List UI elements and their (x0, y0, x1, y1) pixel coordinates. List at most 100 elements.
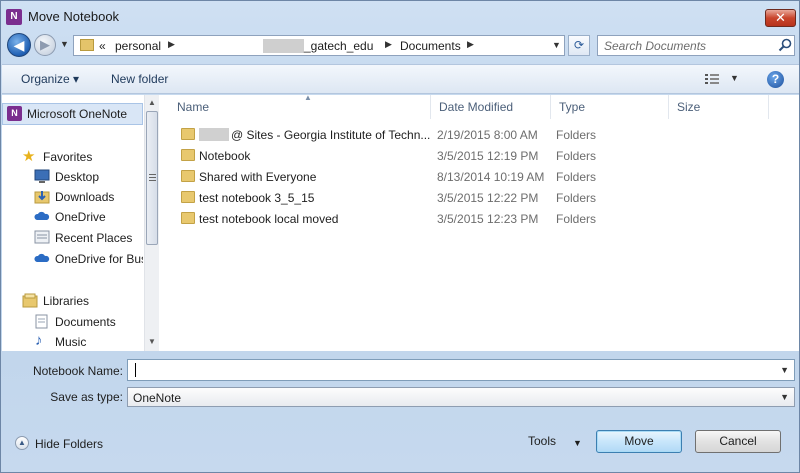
breadcrumb-documents[interactable]: Documents (400, 39, 461, 53)
desktop-icon (34, 169, 50, 183)
search-box[interactable] (597, 35, 795, 56)
file-row[interactable]: test notebook local moved 3/5/2015 12:23… (169, 209, 789, 229)
hide-folders-label: Hide Folders (35, 437, 104, 451)
search-icon[interactable] (778, 38, 792, 52)
folder-icon (181, 191, 195, 203)
downloads-icon (34, 191, 50, 204)
scroll-down-icon[interactable]: ▼ (148, 337, 156, 346)
chevron-down-icon[interactable]: ▼ (573, 438, 582, 448)
file-row[interactable]: @ Sites - Georgia Institute of Techn... … (169, 125, 789, 145)
file-row[interactable]: Notebook 3/5/2015 12:19 PM Folders (169, 146, 789, 166)
close-button[interactable]: ✕ (765, 9, 796, 27)
chevron-right-icon[interactable]: ▶ (168, 39, 175, 50)
address-bar[interactable]: « personal ▶ _gatech_edu ▶ Documents ▶ ▼ (73, 35, 565, 56)
address-history-dropdown-icon[interactable]: ▼ (552, 40, 561, 50)
change-view-button[interactable]: ▼ (705, 73, 741, 87)
column-header-size[interactable]: Size (669, 95, 769, 119)
file-name: Notebook (199, 149, 251, 163)
column-label: Size (677, 100, 701, 114)
file-row[interactable]: Shared with Everyone 8/13/2014 10:19 AM … (169, 167, 789, 187)
file-name: @ Sites - Georgia Institute of Techn... (231, 128, 431, 142)
view-dropdown-icon[interactable]: ▼ (730, 73, 739, 83)
save-as-type-select[interactable]: OneNote ▼ (127, 387, 795, 407)
scroll-up-icon[interactable]: ▲ (148, 98, 156, 107)
notebook-name-field[interactable]: ▼ (127, 359, 795, 381)
nav-item-desktop[interactable]: Desktop (2, 167, 143, 187)
column-header-name[interactable]: Name ▲ (169, 93, 431, 119)
breadcrumb-gatech[interactable]: _gatech_edu (304, 39, 373, 53)
sort-ascending-icon: ▲ (304, 93, 312, 102)
new-folder-button[interactable]: New folder (111, 72, 168, 86)
nav-item-label: Recent Places (55, 231, 133, 245)
nav-item-label: OneDrive for Bus (55, 252, 143, 266)
breadcrumb-overflow[interactable]: « (99, 39, 106, 53)
save-as-type-label: Save as type: (50, 390, 123, 404)
chevron-down-icon[interactable]: ▼ (780, 365, 789, 375)
onenote-app-icon: N (6, 9, 22, 25)
file-type: Folders (556, 212, 597, 226)
onedrive-icon (34, 211, 50, 220)
music-icon: ♪ (35, 332, 43, 349)
nav-item-downloads[interactable]: Downloads (2, 187, 143, 207)
libraries-icon (22, 293, 38, 308)
nav-item-onedrive-business[interactable]: OneDrive for Bus (2, 249, 143, 269)
chevron-down-icon[interactable]: ▼ (780, 392, 789, 402)
nav-item-onedrive[interactable]: OneDrive (2, 207, 143, 227)
notebook-name-input[interactable] (133, 362, 773, 378)
cancel-button[interactable]: Cancel (695, 430, 781, 453)
file-row[interactable]: test notebook 3_5_15 3/5/2015 12:22 PM F… (169, 188, 789, 208)
nav-item-label: Desktop (55, 170, 100, 184)
star-icon: ★ (22, 148, 36, 165)
move-button[interactable]: Move (596, 430, 682, 453)
navigation-pane: N Microsoft OneNote ★ Favorites Desktop … (2, 95, 159, 351)
file-date: 8/13/2014 10:19 AM (437, 170, 545, 184)
file-name: test notebook local moved (199, 212, 339, 226)
file-type: Folders (556, 149, 597, 163)
file-date: 3/5/2015 12:22 PM (437, 191, 539, 205)
recent-pages-dropdown-icon[interactable]: ▼ (60, 39, 69, 49)
file-date: 3/5/2015 12:19 PM (437, 149, 539, 163)
scroll-thumb[interactable] (146, 111, 158, 245)
nav-item-libraries[interactable]: Libraries (2, 291, 143, 311)
notebook-name-label: Notebook Name: (32, 364, 123, 378)
column-header-date[interactable]: Date Modified (431, 95, 551, 119)
chevron-up-icon: ▲ (15, 436, 29, 450)
search-input[interactable] (604, 38, 768, 53)
chevron-right-icon[interactable]: ▶ (467, 39, 474, 50)
file-list: Name ▲ Date Modified Type Size @ Sites -… (159, 93, 799, 351)
forward-button[interactable]: ▶ (34, 34, 56, 56)
folder-icon (181, 170, 195, 182)
window-title: Move Notebook (28, 9, 120, 24)
command-toolbar: Organize ▾ New folder ▼ ? (2, 64, 799, 94)
file-type: Folders (556, 128, 597, 142)
breadcrumb-personal[interactable]: personal (115, 39, 161, 53)
nav-item-documents[interactable]: Documents (2, 312, 143, 332)
refresh-button[interactable]: ⟳ (568, 35, 590, 56)
folder-icon (181, 128, 195, 140)
file-type: Folders (556, 170, 597, 184)
column-header-type[interactable]: Type (551, 95, 669, 119)
file-name: test notebook 3_5_15 (199, 191, 315, 205)
organize-menu[interactable]: Organize ▾ (21, 72, 79, 86)
help-button[interactable]: ? (767, 71, 784, 88)
file-name: Shared with Everyone (199, 170, 317, 184)
onedrive-icon (34, 253, 50, 262)
back-button[interactable]: ◀ (7, 33, 31, 57)
nav-scrollbar[interactable]: ▲ ▼ (144, 95, 159, 351)
nav-item-label: Downloads (55, 190, 115, 204)
text-caret (135, 363, 136, 377)
nav-item-recent-places[interactable]: Recent Places (2, 228, 143, 248)
nav-item-microsoft-onenote[interactable]: N Microsoft OneNote (2, 103, 143, 125)
tools-menu[interactable]: Tools (528, 434, 556, 448)
nav-item-label: Favorites (43, 150, 93, 164)
nav-item-favorites[interactable]: ★ Favorites (2, 147, 143, 167)
redacted-text (199, 128, 229, 141)
folder-icon (181, 212, 195, 224)
chevron-right-icon[interactable]: ▶ (385, 39, 392, 50)
title-bar: N Move Notebook ✕ (1, 1, 799, 31)
nav-item-music[interactable]: ♪ Music (2, 332, 143, 352)
file-type: Folders (556, 191, 597, 205)
recent-places-icon (34, 230, 50, 244)
folder-icon (80, 39, 94, 51)
nav-item-label: Documents (55, 315, 116, 329)
